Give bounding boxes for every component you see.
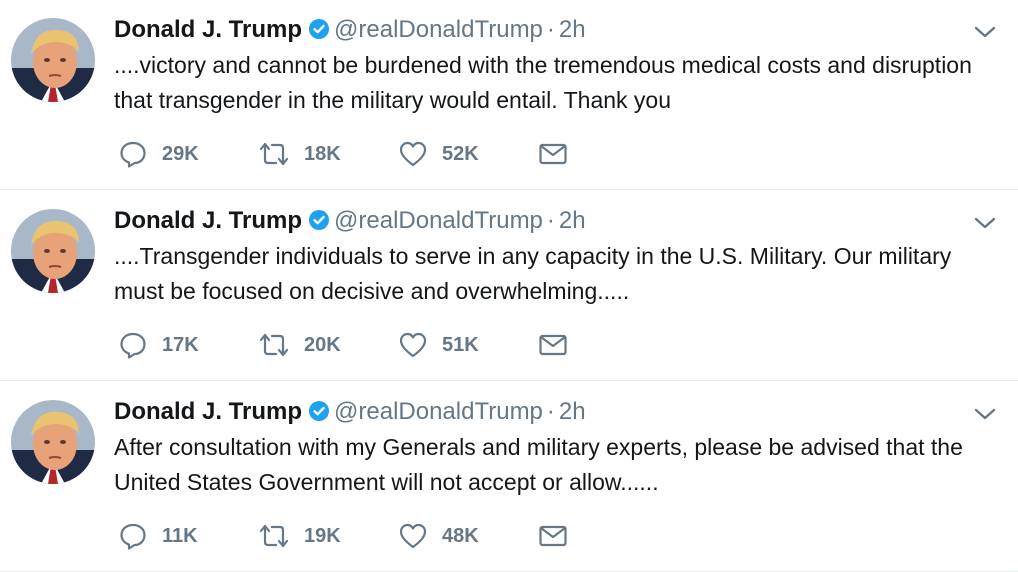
like-button[interactable]: 52K [398,139,479,169]
heart-icon [398,521,428,551]
tweet-text: ....Transgender individuals to serve in … [114,243,952,304]
tweet-header: Donald J. Trump @realDonaldTrump · 2h [114,206,586,239]
retweet-icon [258,139,290,169]
retweet-count: 20K [304,333,341,356]
tweet-header: Donald J. Trump @realDonaldTrump · 2h [114,15,586,48]
author-name[interactable]: Donald J. Trump [114,16,302,43]
author-name[interactable]: Donald J. Trump [114,207,302,234]
retweet-icon [258,521,290,551]
tweet[interactable]: Donald J. Trump @realDonaldTrump · 2h ....T… [0,191,1018,381]
verified-badge-icon [308,209,330,239]
avatar[interactable] [11,400,95,484]
author-username[interactable]: @realDonaldTrump [334,16,543,43]
tweet-header: Donald J. Trump @realDonaldTrump · 2h [114,397,586,430]
header-separator: · [546,16,555,43]
chevron-down-icon[interactable] [971,402,999,426]
avatar[interactable] [11,18,95,102]
tweet-timestamp[interactable]: 2h [559,16,586,43]
tweet-text: After consultation with my Generals and … [114,434,963,495]
chevron-down-icon[interactable] [971,20,999,44]
direct-message-button[interactable] [538,521,568,551]
retweet-icon [258,330,290,360]
heart-icon [398,330,428,360]
like-count: 51K [442,333,479,356]
reply-button[interactable]: 29K [118,139,199,169]
tweet-actions: 29K 18K 52K [114,139,594,169]
like-count: 48K [442,524,479,547]
tweet-timestamp[interactable]: 2h [559,207,586,234]
reply-button[interactable]: 17K [118,330,199,360]
reply-icon [118,521,148,551]
reply-count: 29K [162,142,199,165]
reply-icon [118,330,148,360]
header-separator: · [546,207,555,234]
direct-message-button[interactable] [538,139,568,169]
envelope-icon [538,521,568,551]
chevron-down-icon[interactable] [971,211,999,235]
heart-icon [398,139,428,169]
avatar[interactable] [11,209,95,293]
retweet-count: 19K [304,524,341,547]
author-name[interactable]: Donald J. Trump [114,398,302,425]
like-count: 52K [442,142,479,165]
like-button[interactable]: 48K [398,521,479,551]
author-username[interactable]: @realDonaldTrump [334,398,543,425]
verified-badge-icon [308,400,330,430]
envelope-icon [538,139,568,169]
tweet-text: ....victory and cannot be burdened with … [114,52,972,113]
direct-message-button[interactable] [538,330,568,360]
reply-icon [118,139,148,169]
verified-badge-icon [308,18,330,48]
tweet[interactable]: Donald J. Trump @realDonaldTrump · 2h After… [0,382,1018,572]
retweet-button[interactable]: 20K [258,330,341,360]
retweet-button[interactable]: 18K [258,139,341,169]
tweet-actions: 17K 20K 51K [114,330,594,360]
reply-count: 17K [162,333,199,356]
tweet-timestamp[interactable]: 2h [559,398,586,425]
retweet-count: 18K [304,142,341,165]
reply-count: 11K [162,524,198,547]
author-username[interactable]: @realDonaldTrump [334,207,543,234]
header-separator: · [546,398,555,425]
like-button[interactable]: 51K [398,330,479,360]
reply-button[interactable]: 11K [118,521,198,551]
timeline: Donald J. Trump @realDonaldTrump · 2h ....v… [0,0,1018,572]
envelope-icon [538,330,568,360]
tweet-actions: 11K 19K 48K [114,521,594,551]
tweet[interactable]: Donald J. Trump @realDonaldTrump · 2h ....v… [0,0,1018,190]
retweet-button[interactable]: 19K [258,521,341,551]
